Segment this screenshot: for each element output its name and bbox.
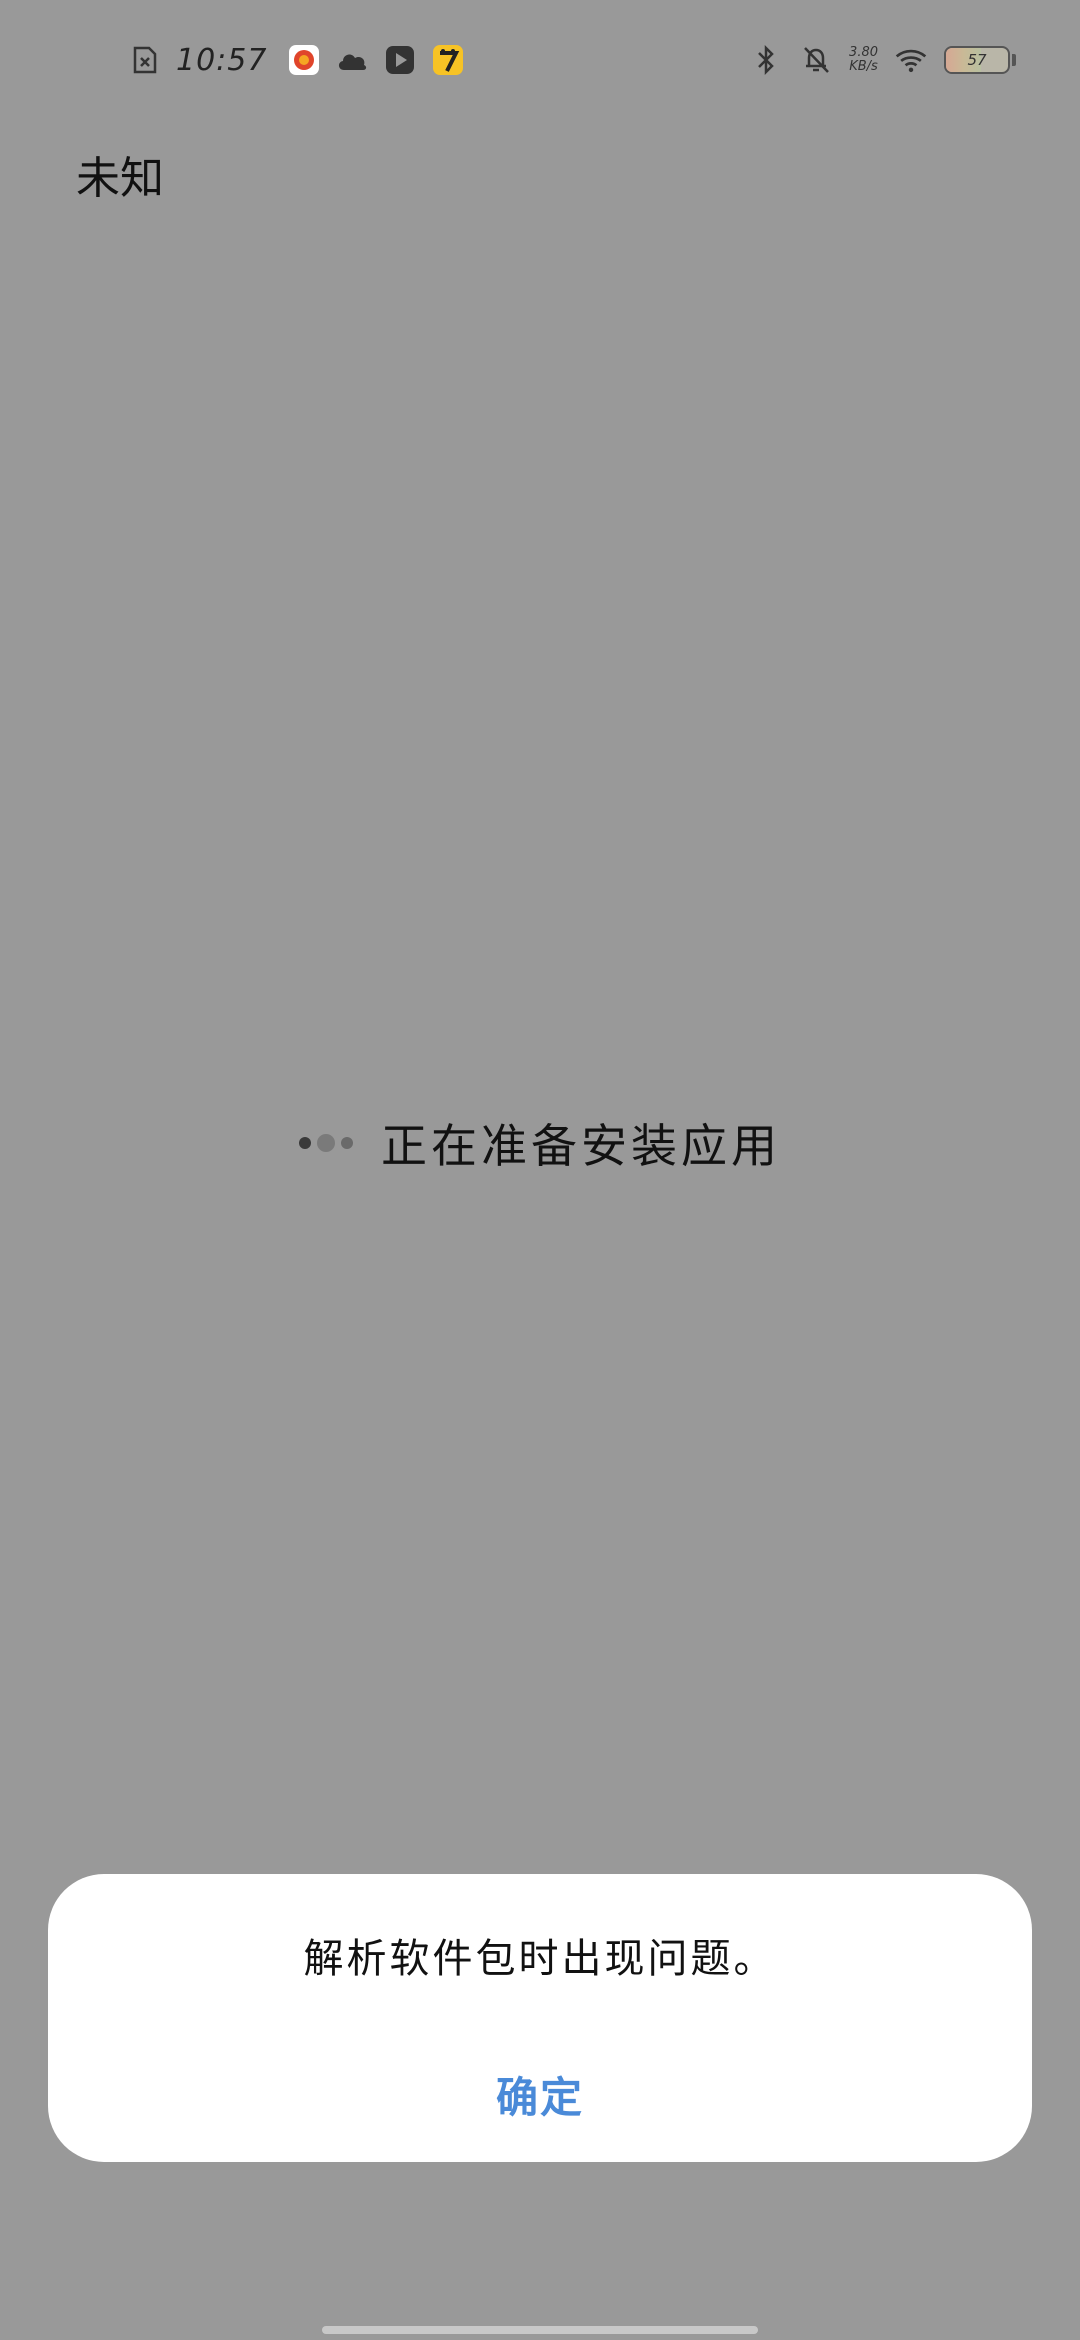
cloud-icon: [335, 43, 369, 77]
battery-level: 57: [967, 51, 987, 69]
loading-dot: [299, 1137, 311, 1149]
wifi-icon: [894, 43, 928, 77]
loading-indicator: 正在准备安装应用: [0, 1110, 1080, 1176]
loading-dot: [341, 1137, 353, 1149]
network-speed: 3.80 KB/s: [849, 46, 878, 74]
status-right: 3.80 KB/s 57: [749, 38, 1016, 82]
mute-bell-icon: [799, 43, 833, 77]
seven-cat-app-icon: [431, 43, 465, 77]
error-dialog: 解析软件包时出现问题。 确定: [48, 1874, 1032, 2162]
network-speed-unit: KB/s: [849, 59, 878, 74]
network-speed-value: 3.80: [849, 45, 878, 60]
battery-icon: 57: [944, 46, 1010, 74]
home-indicator[interactable]: [322, 2326, 758, 2334]
status-bar: 10:57 3.80 KB/s 57: [0, 0, 1080, 120]
page-title: 未知: [76, 153, 164, 204]
app-notification-icon: [287, 43, 321, 77]
status-time: 10:57: [176, 42, 268, 78]
status-left: 10:57: [128, 38, 465, 82]
battery-cap: [1012, 54, 1016, 66]
video-play-icon: [383, 43, 417, 77]
sim-error-icon: [128, 43, 162, 77]
loading-text: 正在准备安装应用: [381, 1119, 781, 1173]
confirm-button[interactable]: 确定: [440, 2054, 640, 2134]
bluetooth-icon: [749, 43, 783, 77]
loading-dots-icon: [299, 1134, 353, 1152]
dialog-message: 解析软件包时出现问题。: [303, 1936, 777, 1982]
loading-dot: [317, 1134, 335, 1152]
